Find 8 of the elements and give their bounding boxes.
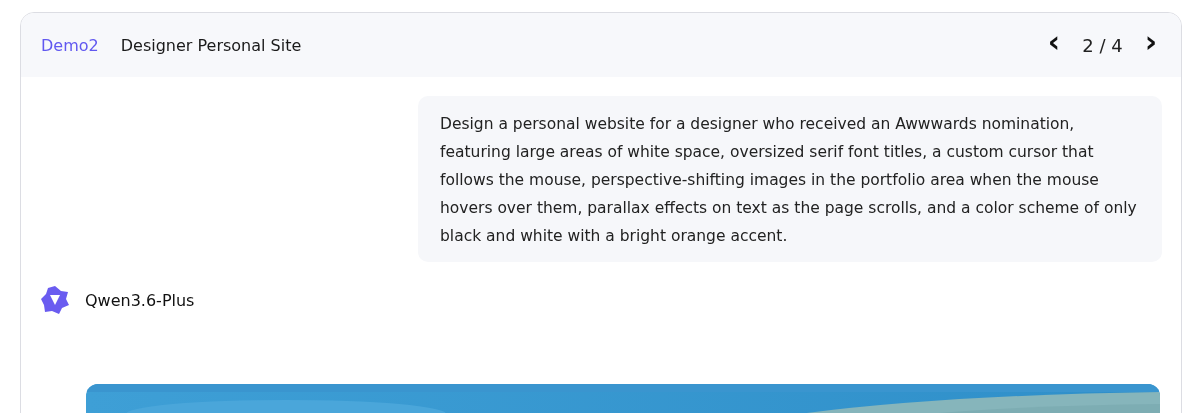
prompt-message: Design a personal website for a designer who received an Awwwards nomination, featuring large areas of white space, oversized serif font titles, a custom cursor that follows the mouse, perspective-shifting images in the portfolio area when the mouse hovers over them, parallax effects on text as the page scrolls, and a color scheme of only black and white with a bright orange accent.	[418, 96, 1162, 262]
demo-title: Designer Personal Site	[120, 35, 302, 55]
model-name: Qwen3.6-Plus	[85, 290, 195, 310]
demo-label: Demo2	[41, 35, 99, 55]
next-button[interactable]: ›	[1140, 27, 1161, 63]
page-counter: 2 / 4	[1082, 34, 1123, 56]
star-logo-icon	[39, 284, 71, 316]
previous-button[interactable]: ‹	[1043, 27, 1065, 63]
